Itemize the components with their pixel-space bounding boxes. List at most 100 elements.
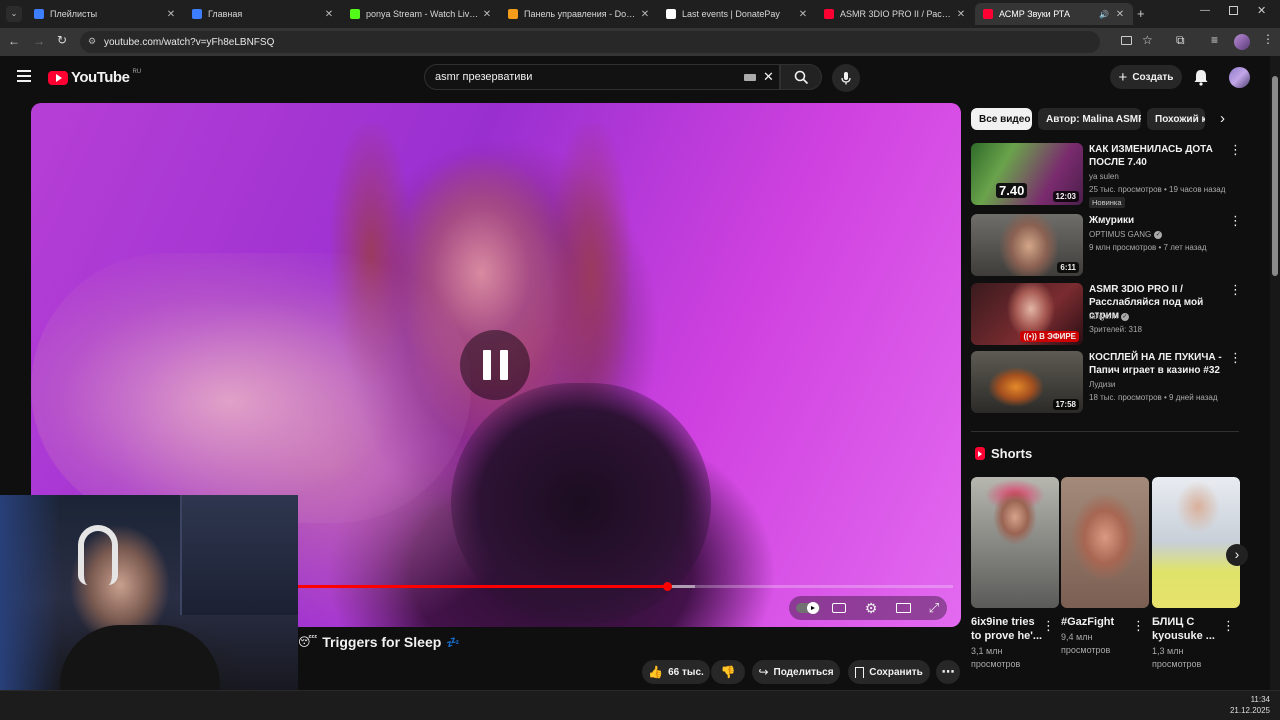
- tab-title: Last events | DonatePay: [682, 9, 780, 19]
- back-icon[interactable]: ←: [8, 34, 20, 48]
- channel-name[interactable]: tangerin ✓: [1089, 312, 1129, 321]
- autoplay-toggle[interactable]: [795, 598, 821, 618]
- chips-next-icon[interactable]: ›: [1220, 110, 1225, 127]
- short-title[interactable]: #GazFight: [1061, 615, 1135, 629]
- close-icon[interactable]: ✕: [796, 9, 810, 20]
- reload-icon[interactable]: ↻: [57, 33, 67, 47]
- bookmark-star-icon[interactable]: ☆: [1142, 33, 1153, 47]
- address-bar[interactable]: ⚙ youtube.com/watch?v=yFh8eLBNFSQ: [80, 31, 1100, 53]
- browser-tab[interactable]: ponya Stream - Watch Live on Kick✕: [342, 3, 500, 25]
- channel-name[interactable]: ya sulen: [1089, 172, 1119, 181]
- search-text: asmr презервативи: [435, 71, 533, 83]
- short-views: 1,3 млн просмотров: [1152, 646, 1202, 669]
- cast-icon[interactable]: [1121, 36, 1132, 45]
- recommendation-title[interactable]: КАК ИЗМЕНИЛАСЬ ДОТА ПОСЛЕ 7.40: [1089, 143, 1227, 169]
- recommendation-item[interactable]: ((•)) В ЭФИРЕ ASMR 3DIO PRO II / Расслаб…: [971, 283, 1246, 347]
- channel-name[interactable]: OPTIMUS GANG ✓: [1089, 230, 1163, 239]
- maximize-icon[interactable]: [1229, 6, 1238, 15]
- pause-icon-bar: [499, 350, 508, 380]
- page-scrollbar[interactable]: [1270, 56, 1280, 690]
- close-icon[interactable]: ✕: [1113, 9, 1127, 20]
- shorts-next-button[interactable]: ›: [1226, 544, 1248, 566]
- browser-tab[interactable]: Плейлисты ✕: [26, 3, 184, 25]
- close-icon[interactable]: ✕: [164, 9, 178, 20]
- chip-author[interactable]: Автор: Malina ASMR: [1038, 108, 1141, 130]
- share-button[interactable]: ↪ Поделиться: [752, 660, 840, 684]
- more-vertical-icon[interactable]: ⋮: [1229, 283, 1242, 296]
- browser-tab[interactable]: Главная ✕: [184, 3, 342, 25]
- settings-gear-icon[interactable]: ⚙: [861, 598, 881, 618]
- new-tab-icon[interactable]: +: [1137, 6, 1145, 21]
- more-vertical-icon[interactable]: ⋮: [1229, 214, 1242, 227]
- minimize-icon[interactable]: —: [1200, 5, 1210, 16]
- video-thumbnail[interactable]: ((•)) В ЭФИРЕ: [971, 283, 1083, 345]
- pause-button[interactable]: [460, 330, 530, 400]
- more-vertical-icon[interactable]: ⋮: [1229, 143, 1242, 156]
- media-controls-icon[interactable]: ≡: [1211, 33, 1218, 47]
- short-thumbnail[interactable]: [971, 477, 1059, 608]
- hamburger-menu-icon[interactable]: [17, 70, 31, 82]
- profile-avatar[interactable]: [1234, 34, 1250, 50]
- close-icon[interactable]: ✕: [322, 9, 336, 20]
- recommendation-item[interactable]: 7.40 12:03 КАК ИЗМЕНИЛАСЬ ДОТА ПОСЛЕ 7.4…: [971, 143, 1246, 208]
- short-thumbnail[interactable]: [1152, 477, 1240, 608]
- save-button[interactable]: Сохранить: [848, 660, 930, 684]
- video-thumbnail[interactable]: 17:58: [971, 351, 1083, 413]
- browser-menu-icon[interactable]: ⋮: [1262, 32, 1274, 46]
- zzz-icon: 💤: [446, 636, 460, 649]
- more-vertical-icon[interactable]: ⋮: [1229, 351, 1242, 364]
- like-button[interactable]: 👍 66 тыс.: [642, 660, 710, 684]
- new-badge: Новинка: [1089, 197, 1125, 208]
- recommendation-item[interactable]: 6:11 Жмурики OPTIMUS GANG ✓ 9 млн просмот…: [971, 214, 1246, 278]
- clear-search-icon[interactable]: ✕: [763, 69, 774, 85]
- search-button[interactable]: [780, 64, 822, 90]
- subtitles-icon[interactable]: [829, 598, 849, 618]
- more-vertical-icon[interactable]: ⋮: [1132, 618, 1145, 634]
- chip-label: Все видео: [979, 113, 1031, 125]
- youtube-logo[interactable]: YouTube RU: [48, 69, 141, 86]
- short-title[interactable]: 6ix9ine tries to prove he'...: [971, 615, 1045, 643]
- search-icon: [794, 70, 808, 84]
- close-icon[interactable]: ✕: [480, 9, 494, 20]
- browser-tab[interactable]: ASMR 3DIO PRO II / Расслабляйся✕: [816, 3, 974, 25]
- share-icon: ↪: [758, 665, 769, 679]
- channel-name[interactable]: Лудизи: [1089, 380, 1115, 389]
- chip-all-videos[interactable]: Все видео: [971, 108, 1032, 130]
- notifications-bell-icon[interactable]: [1193, 68, 1209, 91]
- video-thumbnail[interactable]: 6:11: [971, 214, 1083, 276]
- keyboard-icon[interactable]: [744, 74, 756, 81]
- recommendation-title[interactable]: Жмурики: [1089, 214, 1227, 227]
- recommendation-item[interactable]: 17:58 КОСПЛЕЙ НА ЛЕ ПУКИЧА - Папич играе…: [971, 351, 1246, 415]
- extensions-icon[interactable]: ⧉: [1176, 33, 1185, 48]
- scrollbar-thumb[interactable]: [1272, 76, 1278, 276]
- browser-tab[interactable]: Панель управления - DonationAlerts✕: [500, 3, 658, 25]
- site-info-icon[interactable]: ⚙: [88, 36, 96, 47]
- create-button[interactable]: + Создать: [1110, 65, 1182, 89]
- speaker-icon[interactable]: 🔊: [1099, 10, 1109, 19]
- browser-tab-active[interactable]: АСМР Звуки РТА 🔊 ✕: [975, 3, 1133, 25]
- dislike-button[interactable]: 👎: [711, 660, 745, 684]
- more-vertical-icon[interactable]: ⋮: [1222, 618, 1235, 634]
- more-actions-button[interactable]: ⋯: [936, 660, 960, 684]
- chip-related[interactable]: Похожий к: [1147, 108, 1205, 130]
- shorts-icon: [975, 447, 985, 460]
- theater-mode-icon[interactable]: [893, 598, 913, 618]
- headphones: [78, 525, 118, 585]
- taskbar-clock[interactable]: 11:34 21.12.2025: [1220, 694, 1270, 716]
- short-thumbnail[interactable]: [1061, 477, 1149, 608]
- forward-icon[interactable]: →: [33, 34, 45, 48]
- user-avatar[interactable]: [1229, 67, 1250, 88]
- close-window-icon[interactable]: ✕: [1257, 4, 1266, 17]
- search-input[interactable]: asmr презервативи ✕: [424, 64, 780, 90]
- fullscreen-icon[interactable]: ⤢: [924, 598, 944, 618]
- close-icon[interactable]: ✕: [638, 9, 652, 20]
- recommendation-title[interactable]: КОСПЛЕЙ НА ЛЕ ПУКИЧА - Папич играет в ка…: [1089, 351, 1227, 377]
- voice-search-button[interactable]: [832, 64, 860, 92]
- browser-tab[interactable]: Last events | DonatePay ✕: [658, 3, 816, 25]
- close-icon[interactable]: ✕: [954, 9, 968, 20]
- channel-name-text: OPTIMUS GANG: [1089, 230, 1152, 239]
- short-title[interactable]: БЛИЦ С kyousuke ...: [1152, 615, 1226, 643]
- tab-list-icon[interactable]: ⌄: [6, 6, 22, 22]
- video-thumbnail[interactable]: 7.40 12:03: [971, 143, 1083, 205]
- more-vertical-icon[interactable]: ⋮: [1042, 618, 1055, 634]
